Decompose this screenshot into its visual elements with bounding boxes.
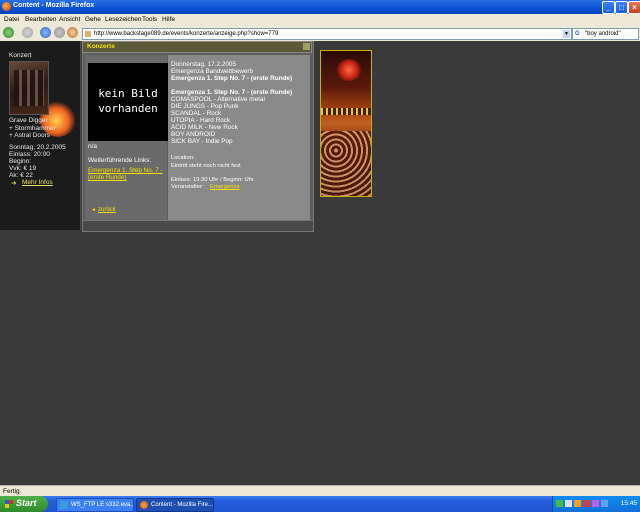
status-text: Fertig — [3, 488, 20, 495]
maximize-button[interactable]: □ — [615, 1, 628, 14]
support-band-2: + Astral Doors — [9, 132, 51, 139]
stop-icon[interactable] — [54, 27, 65, 38]
location-label: Location: — [171, 155, 195, 161]
veranstalter-label: Veranstalter: — [171, 184, 204, 190]
event-title: Emergenza 1. Step No. 7 - (erste Runde) — [171, 75, 293, 82]
home-icon[interactable] — [67, 27, 78, 38]
page-favicon-icon — [85, 31, 91, 37]
system-tray: 15:45 — [552, 496, 640, 512]
close-button[interactable]: × — [628, 1, 640, 14]
beginn-time: Beginn: — [9, 158, 32, 165]
band-photo[interactable] — [9, 61, 49, 115]
stage-truss — [321, 108, 371, 115]
einlass-beginn: Einlass: 19:30 Uhr / Beginn: Uhr — [171, 177, 254, 183]
start-label: Start — [16, 498, 37, 508]
no-image-line2: vorhanden — [98, 102, 158, 115]
emergenza-link-line1[interactable]: Emergenza 1. Step No. 7 - — [88, 167, 163, 174]
lineup-item: ACID MILK - New Rock — [171, 124, 238, 131]
url-input[interactable]: http://www.backstage089.de/events/konzer… — [82, 28, 572, 40]
back-icon[interactable] — [3, 27, 14, 38]
taskbar-item-firefox[interactable]: Content - Mozilla Fire... — [136, 498, 214, 512]
vvk-price: Vvk: € 19 — [9, 165, 37, 172]
clock[interactable]: 15:45 — [621, 500, 637, 507]
menu-gehe[interactable]: Gehe — [85, 16, 101, 23]
forward-icon[interactable] — [22, 27, 33, 38]
location-value: Eintritt steht noch nicht fest — [171, 163, 241, 169]
stage-light — [336, 59, 362, 81]
menu-tools[interactable]: Tools — [142, 16, 157, 23]
more-info-link[interactable]: Mehr Infos — [22, 179, 53, 186]
navigation-toolbar: http://www.backstage089.de/events/konzer… — [0, 25, 640, 42]
start-button[interactable]: Start — [0, 496, 48, 512]
lineup-item: UTOPIA - Hard Rock — [171, 117, 231, 124]
search-text: "boy android" — [585, 31, 621, 37]
ak-price: Ak: € 22 — [9, 172, 33, 179]
taskbar-item-label: WS_FTP LE s332.eva... — [71, 502, 134, 508]
band-name: Grave Digger — [9, 117, 48, 124]
url-text: http://www.backstage089.de/events/konzer… — [94, 31, 279, 37]
taskbar-item-label: Content - Mozilla Fire... — [151, 502, 214, 508]
firefox-icon — [140, 501, 148, 509]
tray-security-icon[interactable] — [583, 500, 590, 507]
menu-ansicht[interactable]: Ansicht — [59, 16, 80, 23]
search-engine-icon[interactable]: G — [575, 30, 583, 38]
page-viewport: Konzert Grave Digger + Stormhammer + Ast… — [0, 41, 640, 485]
lineup-heading: Emergenza 1. Step No. 7 - (erste Runde) — [171, 89, 293, 96]
more-info-arrow-icon: ➜ — [11, 180, 17, 187]
concert-photo — [320, 50, 372, 197]
ftp-icon — [60, 501, 68, 509]
lineup-item: SCANDAL - Rock — [171, 110, 222, 117]
event-date: Donnerstag, 17.2.2005 — [171, 61, 237, 68]
lineup-item: BOY ANDROID — [171, 131, 216, 138]
panel-header: Konzerte — [82, 41, 312, 53]
event-details: Donnerstag, 17.2.2005 Emergenza Bandwett… — [168, 55, 310, 229]
search-input[interactable]: G "boy android" — [572, 28, 639, 40]
menu-datei[interactable]: Datei — [4, 16, 19, 23]
menu-hilfe[interactable]: Hilfe — [162, 16, 175, 23]
taskbar-item-ws-ftp[interactable]: WS_FTP LE s332.eva... — [56, 498, 134, 512]
panel-footer — [82, 220, 314, 232]
support-band-1: + Stormhammer — [9, 125, 56, 132]
event-subtitle: Emergenza Bandwettbewerb — [171, 68, 254, 75]
minimize-button[interactable]: _ — [602, 1, 615, 14]
back-arrow-icon: ◄ — [91, 207, 96, 213]
lineup-item: COMASPOOL - Alternative metal — [171, 96, 265, 103]
menu-bearbeiten[interactable]: Bearbeiten — [25, 16, 56, 23]
tray-network-icon[interactable] — [556, 500, 563, 507]
url-dropdown-icon[interactable]: ▼ — [563, 30, 570, 38]
concert-date: Sonntag, 20.2.2005 — [9, 144, 66, 151]
tray-volume-icon[interactable] — [565, 500, 572, 507]
windows-logo-icon — [5, 500, 13, 508]
tray-messenger-icon[interactable] — [592, 500, 599, 507]
panel-header-title: Konzerte — [87, 43, 115, 50]
window-title: Content - Mozilla Firefox — [13, 2, 95, 9]
panel-corner-icon — [303, 43, 310, 50]
image-caption: n/a — [88, 143, 98, 150]
veranstalter-link[interactable]: Emergenza — [210, 184, 240, 190]
einlass-time: Einlass: 20:00 — [9, 151, 50, 158]
no-image-line1: kein Bild — [98, 87, 158, 100]
tray-update-icon[interactable] — [601, 500, 608, 507]
tray-app-icon[interactable] — [574, 500, 581, 507]
lineup-item: DIE JUNGS - Pop Punk — [171, 103, 239, 110]
lineup-item: SICK BAY - Indie Pop — [171, 138, 233, 145]
window-title-bar: Content - Mozilla Firefox _ □ × — [0, 0, 640, 14]
crowd — [321, 131, 371, 196]
reload-icon[interactable] — [40, 27, 51, 38]
concert-sidebar: Konzert Grave Digger + Stormhammer + Ast… — [0, 41, 81, 230]
back-link[interactable]: zurück — [98, 207, 116, 213]
sidebar-heading: Konzert — [9, 52, 32, 59]
links-heading: Weiterführende Links: — [88, 157, 152, 164]
firefox-icon — [2, 2, 11, 11]
menu-lesezeichen[interactable]: Lesezeichen — [105, 16, 142, 23]
no-image-placeholder: kein Bild vorhanden — [88, 63, 168, 141]
emergenza-link-line2[interactable]: (erste Runde) — [88, 174, 127, 181]
